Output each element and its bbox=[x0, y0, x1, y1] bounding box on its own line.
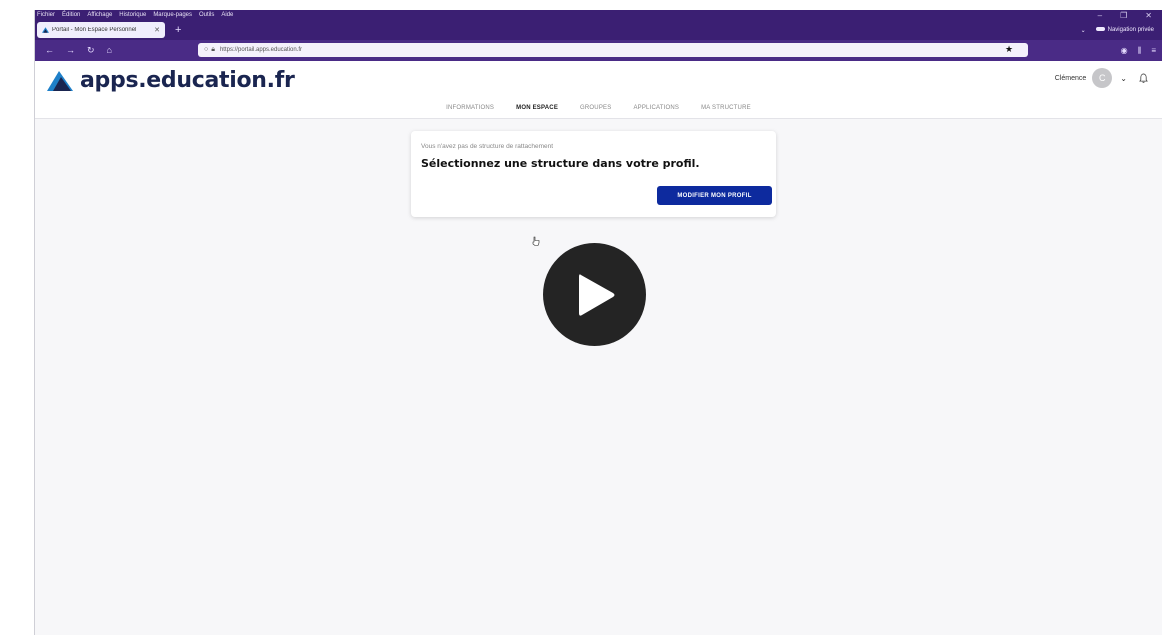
shield-icon[interactable]: ○ bbox=[204, 46, 208, 54]
private-browsing-indicator: Navigation privée bbox=[1095, 27, 1154, 33]
tabbar-right: ⌄ Navigation privée bbox=[1081, 20, 1154, 40]
reload-icon[interactable]: ↻ bbox=[87, 45, 95, 56]
tab-groupes[interactable]: GROUPES bbox=[578, 99, 613, 117]
menu-tools[interactable]: Outils bbox=[199, 12, 214, 18]
close-window-button[interactable]: ✕ bbox=[1145, 11, 1152, 20]
bookmark-star-icon[interactable]: ★ bbox=[1005, 44, 1013, 55]
mouse-cursor-icon bbox=[532, 236, 540, 246]
structure-card: Vous n'avez pas de structure de rattache… bbox=[411, 131, 776, 217]
url-security-icons: ○ 🔒︎ bbox=[204, 46, 215, 54]
menu-history[interactable]: Historique bbox=[119, 12, 146, 18]
video-play-button[interactable] bbox=[543, 243, 646, 346]
card-title: Sélectionnez une structure dans votre pr… bbox=[421, 157, 700, 170]
bell-icon[interactable] bbox=[1139, 73, 1148, 83]
apps-education-logo-icon bbox=[47, 70, 73, 91]
private-label: Navigation privée bbox=[1107, 27, 1154, 33]
user-area: Clémence C ⌄ bbox=[1055, 68, 1148, 88]
hamburger-menu-icon[interactable]: ≡ bbox=[1151, 46, 1156, 55]
menu-help[interactable]: Aide bbox=[221, 12, 233, 18]
card-info-text: Vous n'avez pas de structure de rattache… bbox=[421, 143, 554, 150]
url-bar[interactable]: ○ 🔒︎ https://portail.apps.education.fr bbox=[198, 43, 1028, 57]
tab-title: Portail - Mon Espace Personnel bbox=[52, 27, 137, 33]
browser-tabbar: Portail - Mon Espace Personnel ✕ + ⌄ Nav… bbox=[35, 20, 1162, 40]
site-header: apps.education.fr Clémence C ⌄ bbox=[35, 61, 1162, 97]
menu-bookmarks[interactable]: Marque-pages bbox=[153, 12, 192, 18]
nav-buttons: ← → ↻ ⌂ bbox=[35, 45, 200, 56]
video-frame: Fichier Édition Affichage Historique Mar… bbox=[0, 0, 1162, 635]
new-tab-button[interactable]: + bbox=[175, 24, 181, 36]
chevron-down-icon[interactable]: ⌄ bbox=[1120, 74, 1127, 83]
browser-menubar: Fichier Édition Affichage Historique Mar… bbox=[35, 10, 1162, 20]
tab-mon-espace[interactable]: MON ESPACE bbox=[511, 99, 563, 121]
toolbar-right: ◉ ⫼ ≡ bbox=[1121, 40, 1156, 61]
user-name[interactable]: Clémence bbox=[1055, 75, 1087, 82]
logo-text: apps.education.fr bbox=[80, 68, 295, 93]
browser-navbar: ← → ↻ ⌂ ○ 🔒︎ https://portail.apps.educat… bbox=[35, 40, 1162, 61]
library-icon[interactable]: ⫼ bbox=[1138, 46, 1142, 56]
main-content: Vous n'avez pas de structure de rattache… bbox=[35, 119, 1162, 625]
tab-close-icon[interactable]: ✕ bbox=[154, 26, 160, 34]
tab-applications[interactable]: APPLICATIONS bbox=[631, 99, 681, 117]
url-text[interactable]: https://portail.apps.education.fr bbox=[220, 47, 302, 53]
menu-edit[interactable]: Édition bbox=[62, 12, 80, 18]
site-logo[interactable]: apps.education.fr bbox=[47, 68, 295, 93]
list-tabs-icon[interactable]: ⌄ bbox=[1081, 27, 1086, 34]
menu-view[interactable]: Affichage bbox=[87, 12, 112, 18]
apps-education-favicon-icon bbox=[42, 27, 49, 33]
back-icon[interactable]: ← bbox=[45, 45, 54, 56]
pocket-icon[interactable]: ◉ bbox=[1121, 46, 1128, 55]
modify-profile-button[interactable]: MODIFIER MON PROFIL bbox=[657, 186, 772, 205]
private-mask-icon bbox=[1095, 27, 1105, 32]
menu-file[interactable]: Fichier bbox=[37, 12, 55, 18]
tab-informations[interactable]: INFORMATIONS bbox=[444, 99, 496, 117]
avatar[interactable]: C bbox=[1092, 68, 1113, 88]
window-controls: – ❐ ✕ bbox=[1098, 11, 1162, 20]
lock-icon[interactable]: 🔒︎ bbox=[211, 46, 215, 54]
minimize-button[interactable]: – bbox=[1098, 11, 1102, 20]
browser-window: Fichier Édition Affichage Historique Mar… bbox=[34, 10, 1162, 635]
browser-tab[interactable]: Portail - Mon Espace Personnel ✕ bbox=[37, 22, 165, 38]
tab-ma-structure[interactable]: MA STRUCTURE bbox=[699, 99, 753, 117]
forward-icon[interactable]: → bbox=[66, 45, 75, 56]
home-icon[interactable]: ⌂ bbox=[107, 45, 112, 56]
play-icon bbox=[578, 273, 614, 316]
maximize-button[interactable]: ❐ bbox=[1120, 11, 1127, 20]
page-nav: INFORMATIONS MON ESPACE GROUPES APPLICAT… bbox=[35, 97, 1162, 121]
